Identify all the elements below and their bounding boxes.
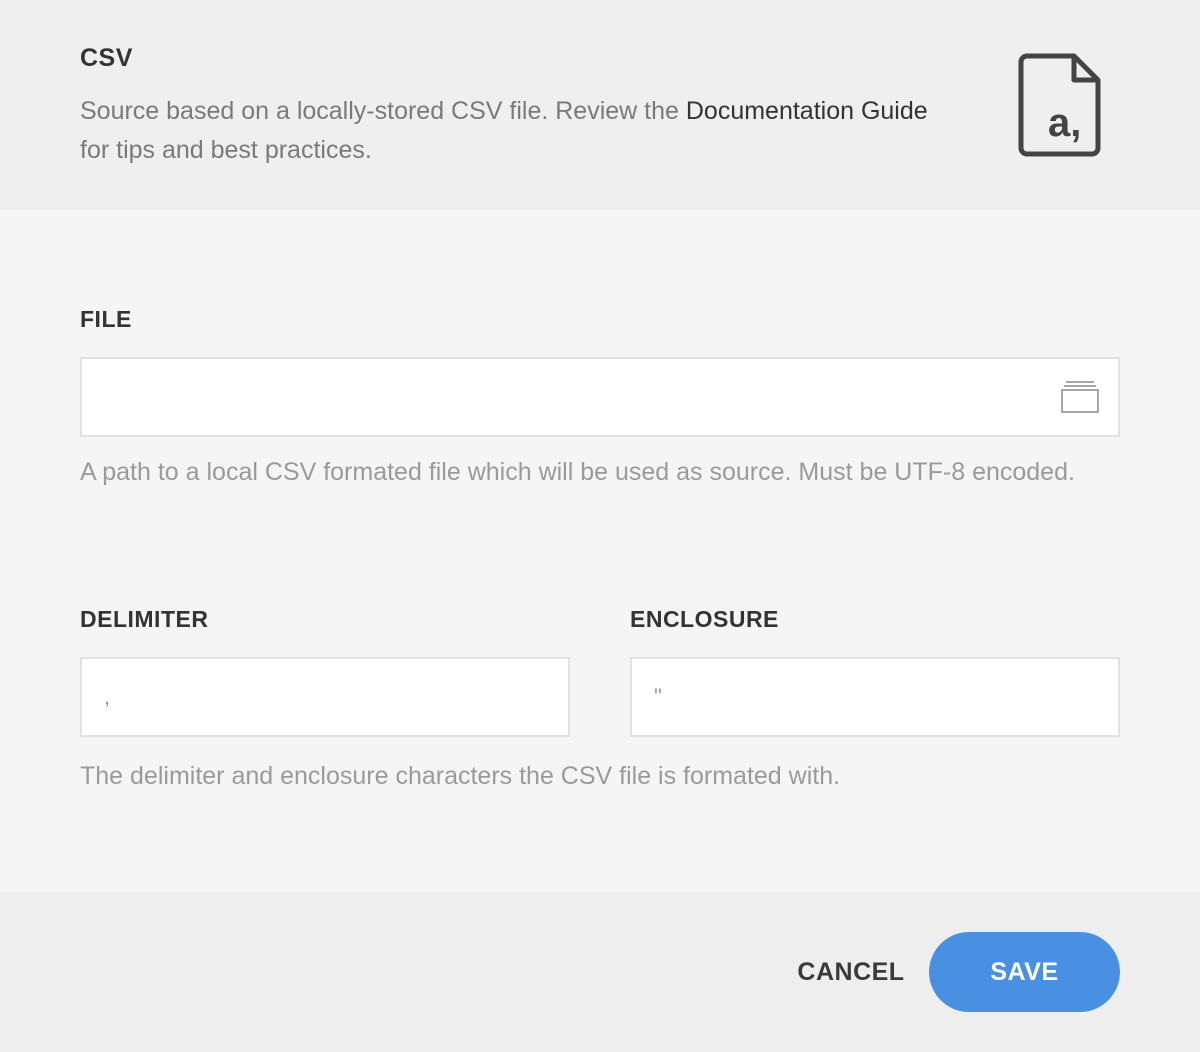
enclosure-label: ENCLOSURE bbox=[630, 606, 779, 632]
documentation-guide-link[interactable]: Documentation Guide bbox=[686, 97, 928, 125]
description-suffix: for tips and best practices. bbox=[80, 136, 372, 164]
csv-file-icon: a, bbox=[1018, 53, 1101, 157]
enclosure-input[interactable] bbox=[630, 657, 1120, 737]
csv-source-dialog: CSV Source based on a locally-stored CSV… bbox=[0, 0, 1200, 1052]
file-label: FILE bbox=[80, 306, 132, 332]
dialog-description: Source based on a locally-stored CSV fil… bbox=[80, 92, 940, 170]
description-prefix: Source based on a locally-stored CSV fil… bbox=[80, 97, 686, 125]
file-path-input[interactable] bbox=[80, 357, 1120, 437]
cancel-button[interactable]: CANCEL bbox=[780, 932, 922, 1012]
file-help-text: A path to a local CSV formated file whic… bbox=[80, 458, 1075, 486]
csv-icon-glyph: a, bbox=[1048, 101, 1081, 145]
save-button[interactable]: SAVE bbox=[929, 932, 1120, 1012]
folder-browse-icon[interactable] bbox=[1060, 380, 1100, 414]
delimiter-label: DELIMITER bbox=[80, 606, 209, 632]
dialog-footer: CANCEL SAVE bbox=[0, 892, 1200, 1052]
dialog-header: CSV Source based on a locally-stored CSV… bbox=[0, 0, 1200, 210]
delimiter-input[interactable] bbox=[80, 657, 570, 737]
dialog-title: CSV bbox=[80, 44, 133, 72]
format-help-text: The delimiter and enclosure characters t… bbox=[80, 762, 841, 790]
